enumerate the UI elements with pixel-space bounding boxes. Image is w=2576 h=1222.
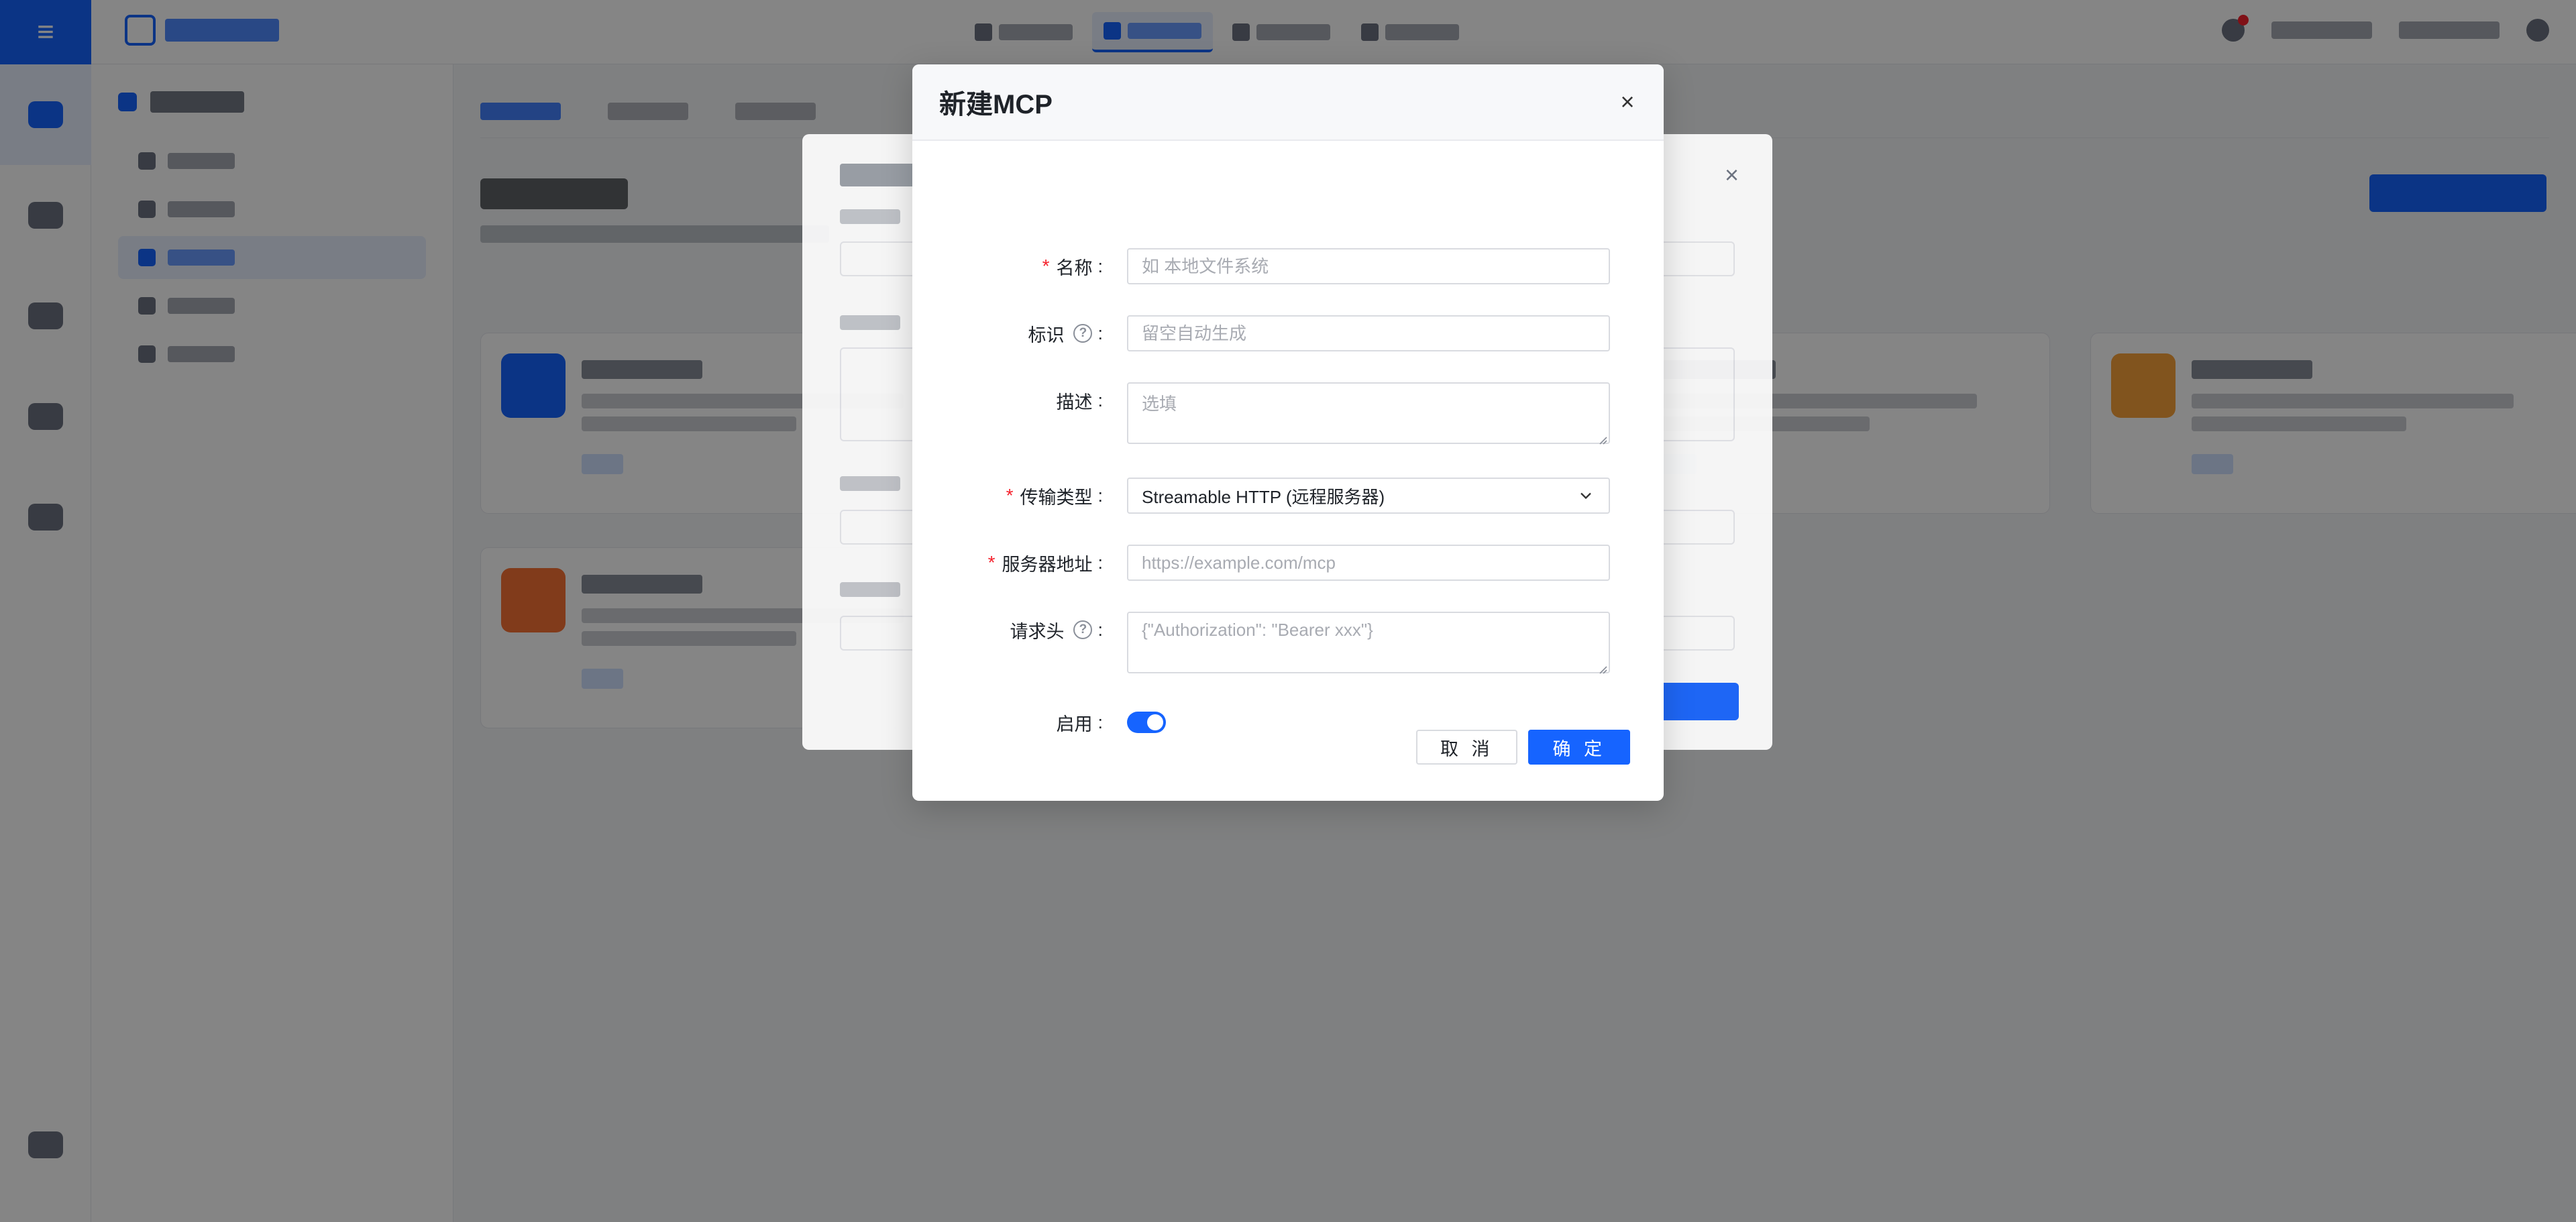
form-row-description: 描述:: [912, 382, 1664, 445]
identifier-label-text: 标识: [1028, 325, 1065, 345]
headers-textarea[interactable]: [1127, 612, 1610, 673]
background-field-label: [840, 476, 900, 491]
switch-knob: [1147, 714, 1163, 730]
chevron-down-icon: [1580, 492, 1591, 500]
transport-selected-value: Streamable HTTP (远程服务器): [1142, 486, 1385, 507]
dialog-header: 新建MCP ×: [912, 64, 1664, 141]
dialog-footer: 取 消 确 定: [1415, 730, 1630, 765]
name-input[interactable]: [1127, 248, 1610, 284]
headers-label-text: 请求头: [1010, 621, 1065, 642]
description-label-text: 描述: [1056, 392, 1093, 412]
background-close-icon[interactable]: ×: [1725, 161, 1739, 189]
headers-label: 请求头 ?:: [912, 612, 1114, 648]
dialog-title: 新建MCP: [939, 90, 1053, 119]
ok-button[interactable]: 确 定: [1528, 730, 1630, 765]
new-mcp-dialog: 新建MCP × * 名称: 标识 ?: 描述:: [912, 64, 1664, 801]
required-mark: *: [987, 552, 996, 573]
help-icon[interactable]: ?: [1073, 324, 1093, 343]
server-url-input[interactable]: [1127, 545, 1610, 581]
resize-grip-icon[interactable]: [1597, 434, 1607, 445]
server-url-label: * 服务器地址:: [912, 545, 1114, 581]
description-label: 描述:: [912, 382, 1114, 419]
form-row-server-url: * 服务器地址:: [912, 545, 1664, 581]
background-field-label: [840, 209, 900, 224]
transport-label: * 传输类型:: [912, 478, 1114, 514]
cancel-button[interactable]: 取 消: [1415, 730, 1518, 765]
transport-label-text: 传输类型: [1020, 487, 1093, 508]
required-mark: *: [1006, 485, 1014, 506]
form-row-headers: 请求头 ?:: [912, 612, 1664, 674]
name-label: * 名称:: [912, 248, 1114, 284]
form-row-identifier: 标识 ?:: [912, 315, 1664, 351]
identifier-label: 标识 ?:: [912, 315, 1114, 351]
enabled-label-text: 启用: [1056, 714, 1093, 734]
help-icon[interactable]: ?: [1073, 620, 1093, 639]
identifier-input[interactable]: [1127, 315, 1610, 351]
required-mark: *: [1042, 256, 1050, 276]
enabled-switch[interactable]: [1127, 712, 1166, 733]
background-field-label: [840, 582, 900, 597]
server-url-label-text: 服务器地址: [1002, 554, 1093, 575]
form-row-name: * 名称:: [912, 248, 1664, 284]
form-row-transport: * 传输类型: Streamable HTTP (远程服务器): [912, 478, 1664, 514]
close-icon[interactable]: ×: [1614, 88, 1641, 115]
enabled-label: 启用:: [912, 704, 1114, 740]
transport-select[interactable]: Streamable HTTP (远程服务器): [1127, 478, 1610, 514]
background-field-label: [840, 315, 900, 330]
description-textarea[interactable]: [1127, 382, 1610, 444]
name-label-text: 名称: [1056, 258, 1093, 278]
resize-grip-icon[interactable]: [1597, 663, 1607, 674]
